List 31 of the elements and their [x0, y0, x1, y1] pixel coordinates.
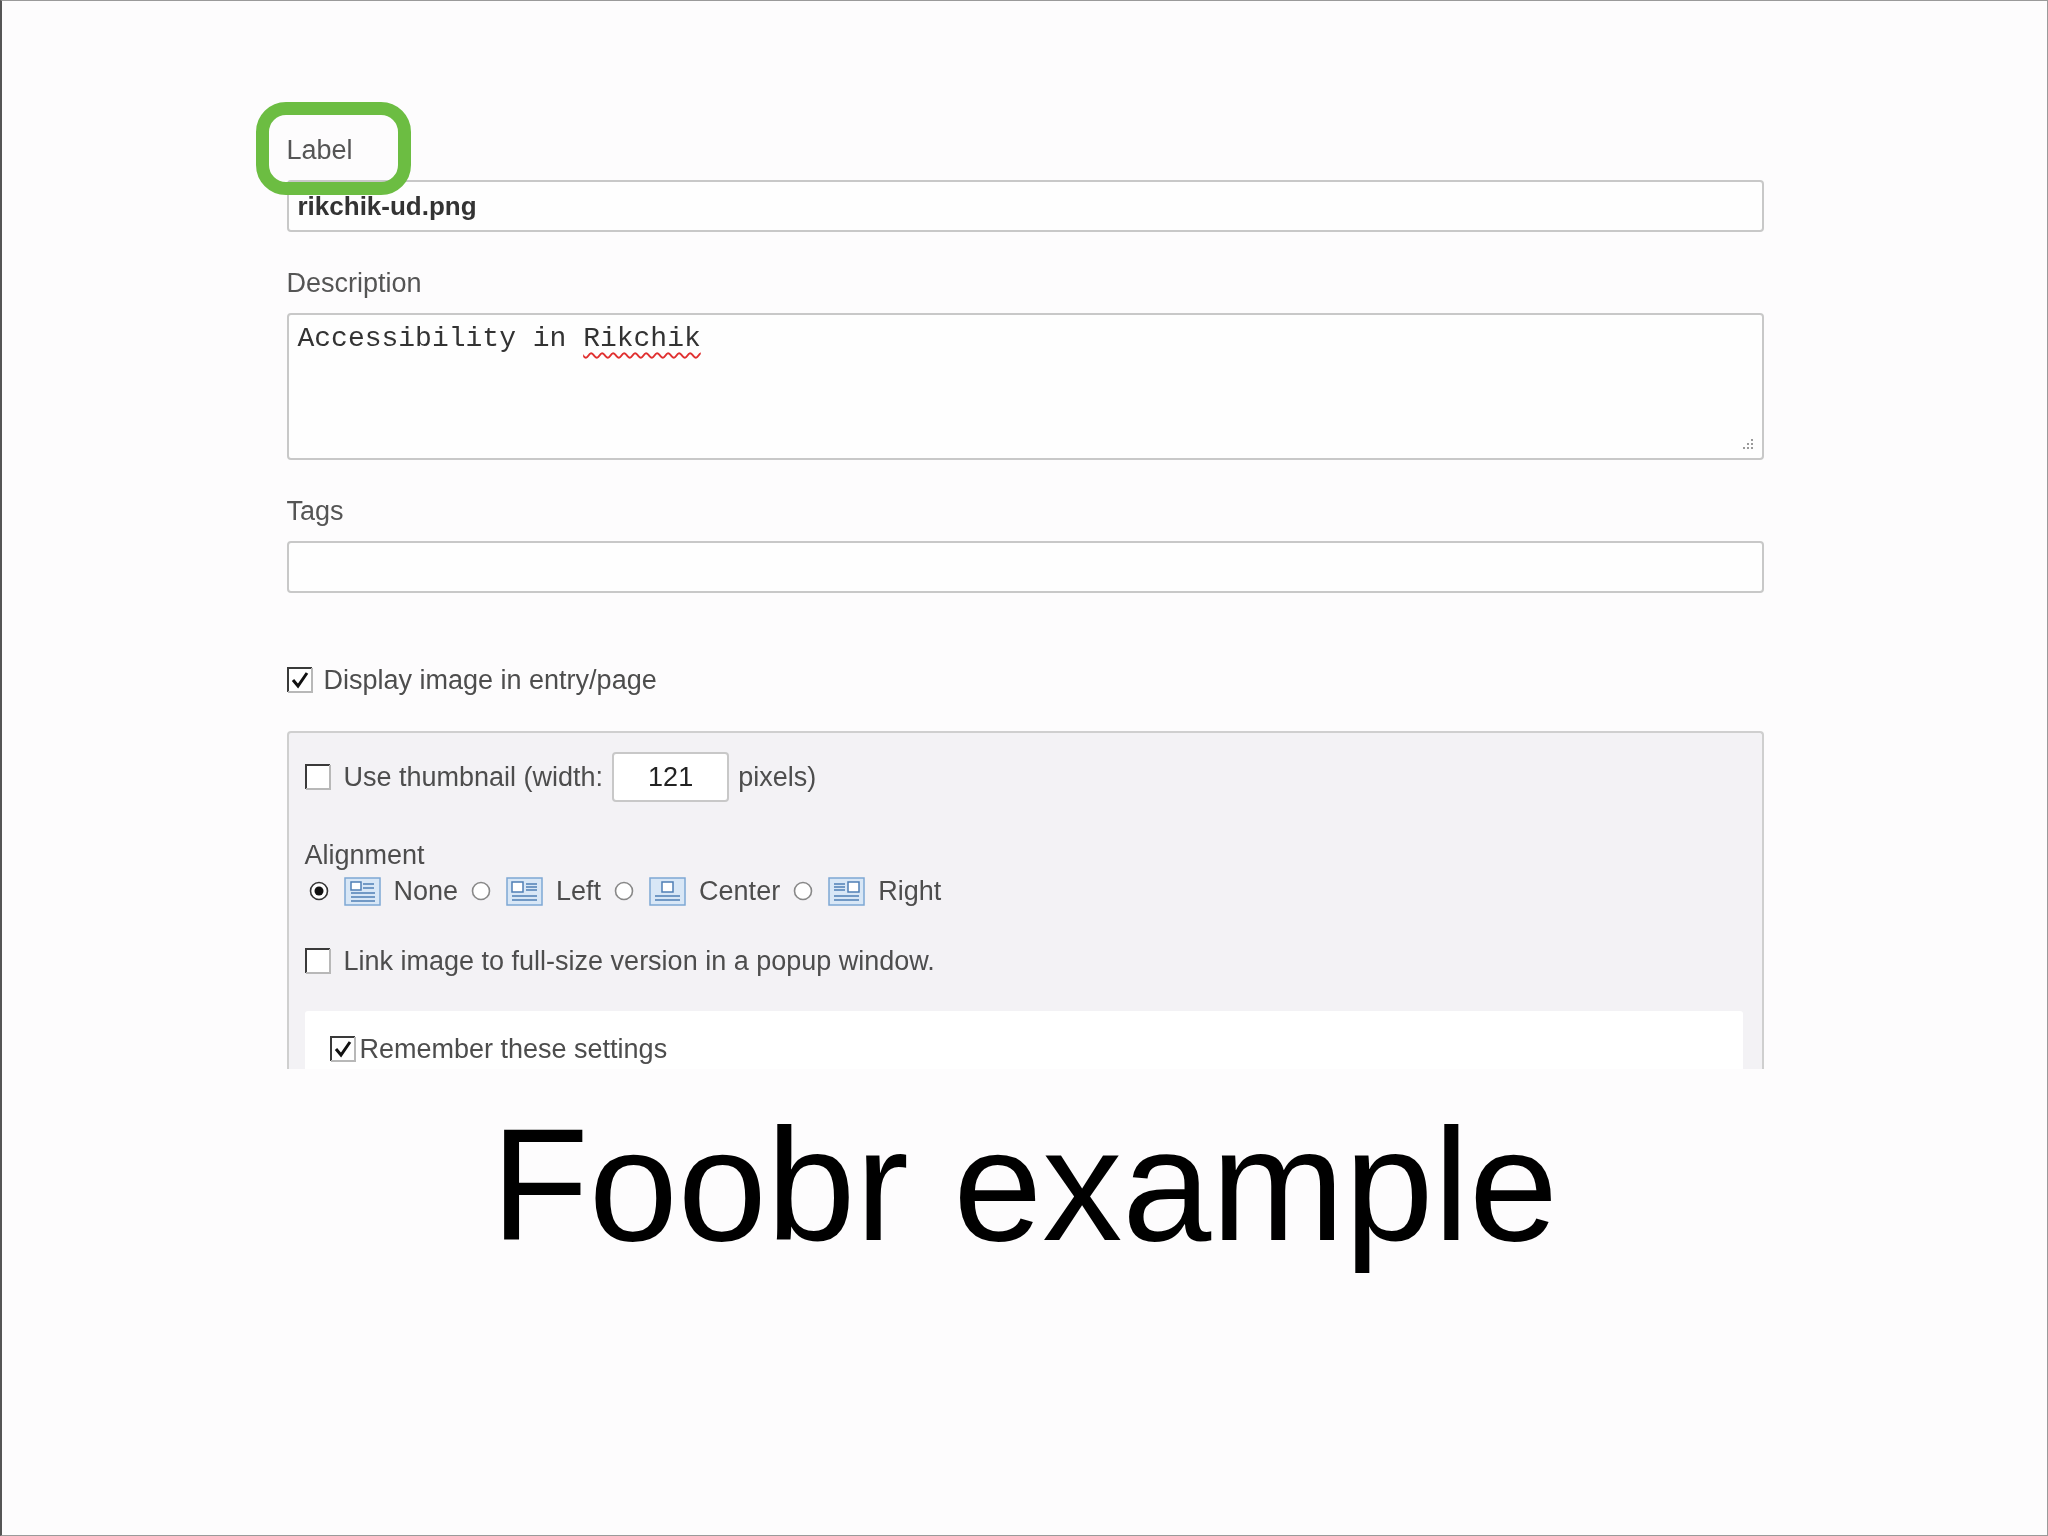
radio-button[interactable] [614, 881, 635, 901]
checkbox-label: Link image to full-size version in a popup window. [343, 945, 935, 977]
image-layout-icon [828, 876, 866, 906]
radio-button[interactable] [793, 881, 814, 901]
field-label: Tags [286, 495, 344, 527]
checkbox-label: Use thumbnail (width: [343, 761, 604, 793]
text-field[interactable]: rikchik-ud.png [286, 180, 1764, 232]
checkbox-label: Display image in entry/page [323, 664, 657, 696]
image-layout-icon [506, 876, 544, 906]
width-field[interactable]: 121 [612, 752, 730, 802]
radio-label: Center [699, 875, 781, 907]
radio-label: Right [878, 875, 942, 907]
resize-grip-icon[interactable] [1741, 438, 1754, 450]
text-field[interactable] [286, 541, 1764, 593]
radio-button[interactable] [308, 881, 329, 901]
field-label: Description [286, 267, 422, 299]
radio-label: None [393, 875, 459, 907]
text-area-field[interactable]: Accessibility in Rikchik [286, 313, 1764, 460]
field-label: Label [286, 134, 353, 166]
checkbox[interactable] [329, 1036, 356, 1062]
image-layout-icon [649, 876, 687, 906]
checkbox[interactable] [286, 667, 313, 693]
slide-caption: Foobr example [490, 1095, 1559, 1275]
checkbox[interactable] [304, 948, 331, 974]
radio-label: Left [556, 875, 602, 907]
image-layout-icon [343, 876, 381, 906]
checkbox-label: Remember these settings [359, 1033, 668, 1065]
radio-button[interactable] [471, 881, 492, 901]
field-label: Alignment [304, 840, 425, 870]
unit-label: pixels) [738, 761, 817, 793]
checkbox[interactable] [304, 764, 331, 790]
